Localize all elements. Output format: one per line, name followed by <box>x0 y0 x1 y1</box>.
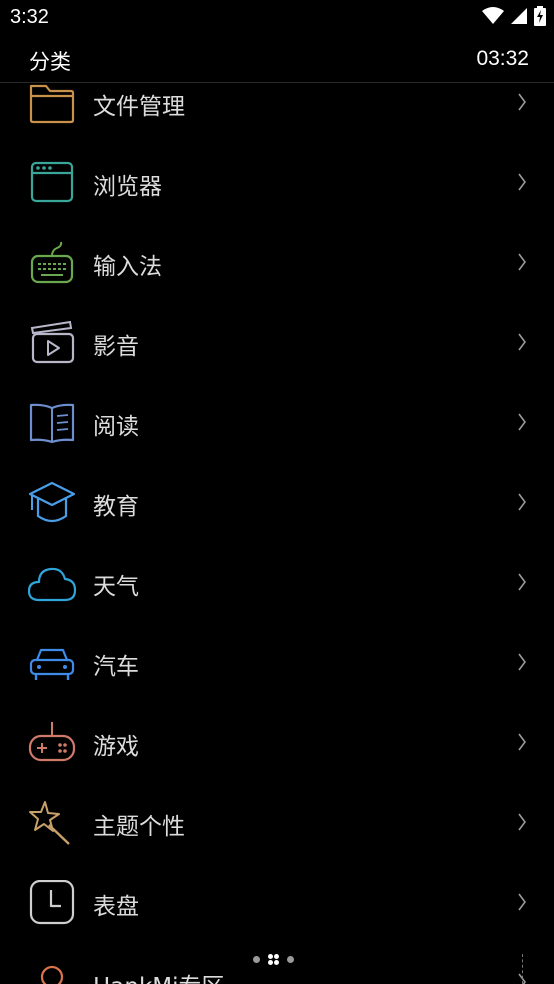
keyboard-icon <box>27 240 77 286</box>
chevron-right-icon <box>517 652 527 672</box>
video-clapper-icon <box>27 320 77 366</box>
category-label: 教育 <box>93 494 139 520</box>
status-icons <box>482 6 546 30</box>
chevron-right-icon <box>517 172 527 192</box>
category-list: 文件管理 浏览器 输入法 影音 阅读 教育 天气 汽车 游戏 主题个性 表盘 <box>0 62 554 984</box>
page-dot <box>287 956 294 963</box>
browser-window-icon <box>27 160 77 206</box>
chevron-right-icon <box>517 892 527 912</box>
category-item-weather[interactable]: 天气 <box>0 542 554 622</box>
chevron-right-icon <box>517 332 527 352</box>
status-bar: 3:32 <box>0 0 554 36</box>
chevron-right-icon <box>517 732 527 752</box>
open-book-icon <box>27 400 77 446</box>
category-label: HankMi专区 <box>93 967 225 984</box>
clock-face-icon <box>27 880 77 926</box>
category-item-games[interactable]: 游戏 <box>0 702 554 782</box>
car-icon <box>27 640 77 686</box>
page-indicator <box>253 954 294 965</box>
chevron-right-icon <box>517 812 527 832</box>
page-dot-active <box>268 954 279 965</box>
status-time: 3:32 <box>10 6 49 28</box>
category-label: 汽车 <box>93 654 139 680</box>
category-label: 天气 <box>93 574 139 600</box>
category-item-reading[interactable]: 阅读 <box>0 382 554 462</box>
gamepad-icon <box>27 720 77 766</box>
magic-wand-star-icon <box>27 800 77 846</box>
category-label: 影音 <box>93 334 139 360</box>
screen: 3:32 分类 03:32 文件管理 浏览器 输入法 影音 阅读 教育 天气 汽… <box>0 0 554 984</box>
cloud-icon <box>27 560 77 606</box>
folder-icon <box>27 80 77 126</box>
signal-icon <box>510 7 528 29</box>
category-item-education[interactable]: 教育 <box>0 462 554 542</box>
category-label: 游戏 <box>93 734 139 760</box>
category-item-file-manager[interactable]: 文件管理 <box>0 62 554 142</box>
category-label: 阅读 <box>93 414 139 440</box>
category-label: 文件管理 <box>93 94 185 120</box>
chevron-right-icon <box>517 572 527 592</box>
category-item-browser[interactable]: 浏览器 <box>0 142 554 222</box>
category-label: 输入法 <box>93 254 162 280</box>
battery-charging-icon <box>534 6 546 30</box>
category-item-media[interactable]: 影音 <box>0 302 554 382</box>
category-item-themes[interactable]: 主题个性 <box>0 782 554 862</box>
chevron-right-icon <box>517 492 527 512</box>
chevron-right-icon <box>517 92 527 112</box>
category-label: 表盘 <box>93 894 139 920</box>
scroll-indicator <box>522 954 525 984</box>
chevron-right-icon <box>517 252 527 272</box>
category-label: 主题个性 <box>93 814 185 840</box>
chevron-right-icon <box>517 412 527 432</box>
wifi-icon <box>482 7 504 29</box>
category-item-watch-faces[interactable]: 表盘 <box>0 862 554 942</box>
category-label: 浏览器 <box>93 174 162 200</box>
graduation-cap-icon <box>27 480 77 526</box>
category-item-input-method[interactable]: 输入法 <box>0 222 554 302</box>
category-item-car[interactable]: 汽车 <box>0 622 554 702</box>
page-dot <box>253 956 260 963</box>
person-icon <box>27 960 77 984</box>
